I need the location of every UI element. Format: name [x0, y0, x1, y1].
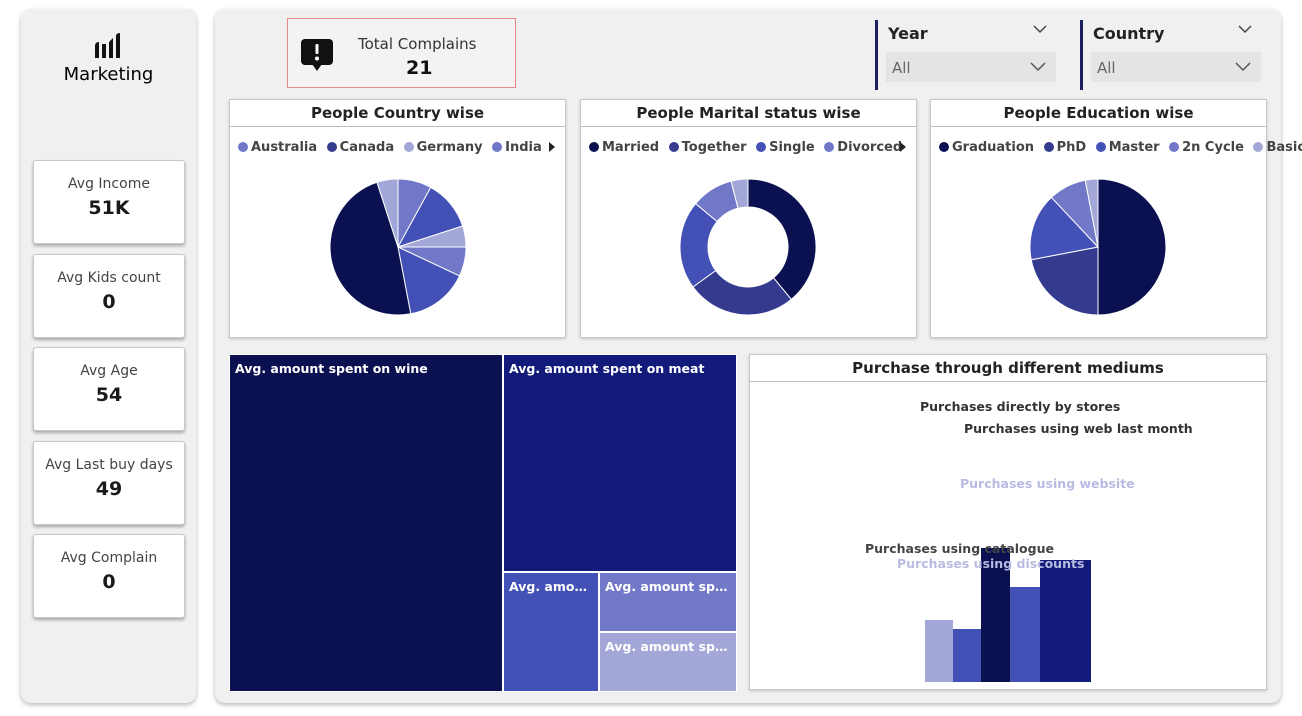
treemap-tile-label: Avg. amount spent on wine	[235, 361, 428, 376]
kpi-value: 0	[102, 571, 116, 593]
kpi-value: 0	[102, 291, 116, 313]
bar-purchases-catalogue[interactable]	[925, 619, 953, 682]
marital-status-pie-card[interactable]: People Marital status wise Married Toget…	[580, 99, 917, 338]
purchase-mediums-card[interactable]: Purchase through different mediums Purch…	[749, 354, 1267, 690]
alert-speech-bubble-icon	[301, 39, 333, 71]
chevron-down-icon[interactable]	[1238, 24, 1252, 34]
chevron-down-icon	[1030, 62, 1046, 72]
kpi-label: Avg Age	[80, 363, 138, 379]
legend-label: Basic	[1266, 140, 1302, 155]
kpi-label: Avg Income	[68, 176, 150, 192]
year-dropdown[interactable]: All	[886, 52, 1056, 82]
bar-label: Purchases directly by stores	[920, 399, 1121, 414]
education-pie-card[interactable]: People Education wise Graduation PhD Mas…	[930, 99, 1302, 338]
treemap-tile-label: Avg. amou...	[509, 579, 594, 594]
pie-chart	[329, 178, 467, 316]
chevron-down-icon	[1235, 62, 1251, 72]
kpi-card-avg-income[interactable]: Avg Income 51K	[33, 160, 185, 244]
bar-purchases-discounts[interactable]	[953, 628, 981, 682]
bar-chart-icon	[95, 33, 120, 58]
slicer-value: All	[1097, 59, 1116, 77]
bar-label: Purchases using web last month	[964, 421, 1193, 436]
complains-value: 21	[406, 57, 433, 79]
sidebar: Marketing Avg Income 51K Avg Kids count …	[21, 9, 196, 703]
treemap-tile[interactable]: Avg. amount spe...	[599, 632, 737, 692]
kpi-label: Avg Last buy days	[45, 457, 173, 473]
kpi-value: 54	[95, 384, 123, 406]
slicer-title: Year	[888, 24, 928, 43]
country-dropdown[interactable]: All	[1091, 52, 1261, 82]
year-slicer[interactable]: Year All	[875, 20, 1056, 90]
kpi-value: 51K	[88, 197, 130, 219]
country-pie-card[interactable]: People Country wise Australia Canada Ger…	[229, 99, 566, 338]
treemap-tile-label: Avg. amount spe...	[605, 579, 732, 594]
pie-slice-married[interactable]	[747, 178, 817, 301]
bar-purchases-website[interactable]	[1010, 587, 1040, 682]
kpi-card-avg-kids-count[interactable]: Avg Kids count 0	[33, 254, 185, 338]
kpi-label: Avg Kids count	[57, 270, 161, 286]
bar-label: Purchases using website	[960, 476, 1135, 491]
treemap-tile-label: Avg. amount spent on meat	[509, 361, 705, 376]
slicer-value: All	[892, 59, 911, 77]
chart-title: Purchase through different mediums	[750, 355, 1266, 382]
kpi-label: Avg Complain	[60, 550, 158, 566]
treemap-tile[interactable]: Avg. amount spe...	[599, 572, 737, 632]
treemap-tile[interactable]: Avg. amount spent on meat	[503, 354, 737, 572]
chevron-down-icon[interactable]	[1033, 24, 1047, 34]
complains-label: Total Complains	[358, 35, 477, 53]
spending-treemap[interactable]: Avg. amount spent on wine Avg. amount sp…	[229, 354, 737, 692]
treemap-tile-label: Avg. amount spe...	[605, 639, 732, 654]
donut-chart	[679, 178, 817, 316]
kpi-value: 49	[95, 478, 123, 500]
sidebar-title: Marketing	[63, 64, 154, 85]
treemap-tile[interactable]: Avg. amou...	[503, 572, 599, 692]
treemap-tile[interactable]: Avg. amount spent on wine	[229, 354, 503, 692]
kpi-card-avg-age[interactable]: Avg Age 54	[33, 347, 185, 431]
country-slicer[interactable]: Country All	[1080, 20, 1261, 90]
bar-purchases-web-last-month[interactable]	[1040, 559, 1091, 682]
bar-label: Purchases using catalogue	[865, 541, 1054, 556]
kpi-card-avg-complain[interactable]: Avg Complain 0	[33, 534, 185, 618]
pie-slice-graduation[interactable]	[1097, 178, 1167, 316]
bar-label: Purchases using discounts	[897, 556, 1085, 571]
kpi-card-avg-last-buy-days[interactable]: Avg Last buy days 49	[33, 441, 185, 525]
slicer-title: Country	[1093, 24, 1165, 43]
pie-chart	[1029, 178, 1167, 316]
total-complains-card[interactable]: Total Complains 21	[287, 18, 516, 88]
